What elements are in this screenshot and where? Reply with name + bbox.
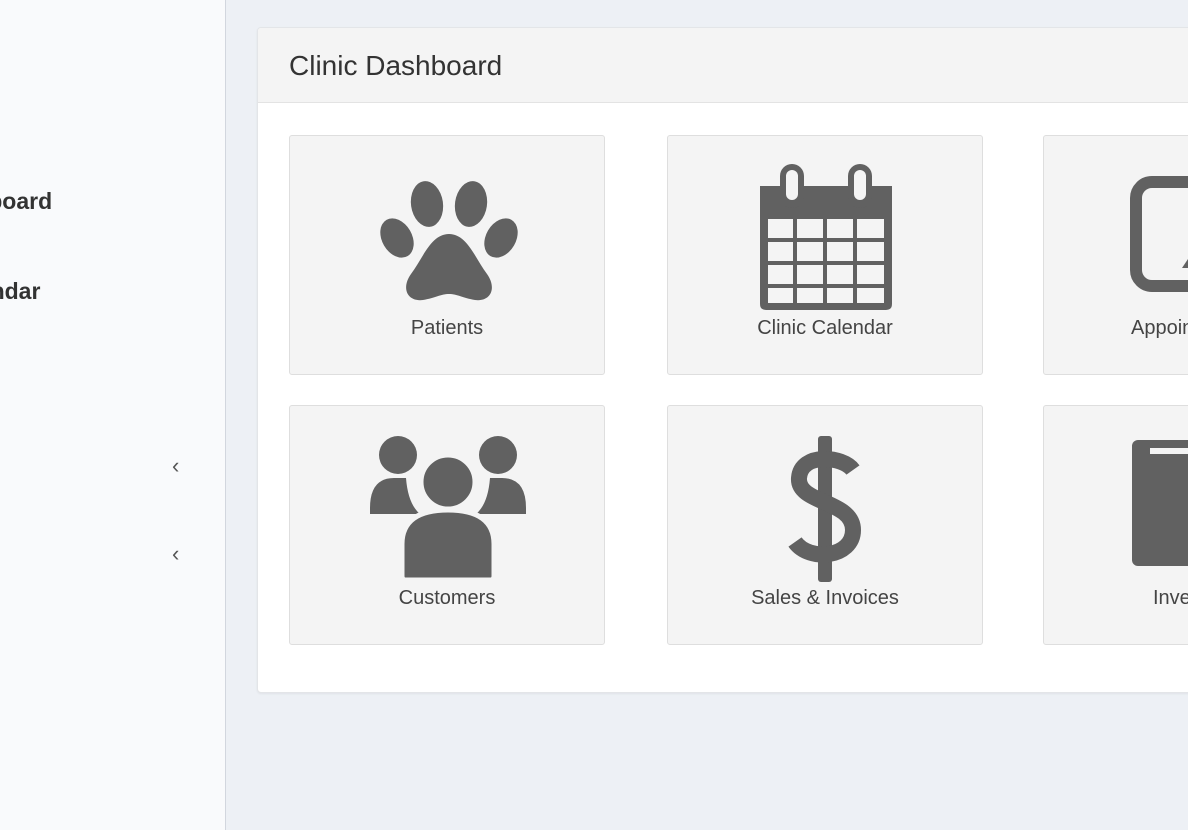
appointment-icon — [1130, 176, 1188, 292]
tile-sales-invoices[interactable]: Sales & Invoices — [667, 405, 983, 645]
sidebar-item-dashboard[interactable]: Dashboard — [0, 188, 52, 215]
tile-customers[interactable]: Customers — [289, 405, 605, 645]
dollar-icon — [788, 436, 862, 582]
paw-icon — [380, 181, 518, 301]
dashboard-panel: Clinic Dashboard Patients Clinic Calenda… — [257, 27, 1188, 693]
tile-label: Clinic Calendar — [757, 317, 893, 339]
sidebar-item-calendar[interactable]: Calendar — [0, 278, 40, 305]
tile-clinic-calendar[interactable]: Clinic Calendar — [667, 135, 983, 375]
chevron-left-icon[interactable]: ‹ — [172, 455, 179, 477]
tile-label: Appointments — [1131, 317, 1188, 339]
tile-label: Sales & Invoices — [751, 587, 899, 609]
tile-label: Customers — [398, 587, 496, 609]
book-icon — [1132, 440, 1188, 566]
users-icon — [370, 436, 526, 583]
chevron-left-icon[interactable]: ‹ — [172, 543, 179, 565]
calendar-icon — [760, 164, 892, 310]
tile-appointments[interactable]: Appointments — [1043, 135, 1188, 375]
page-title: Clinic Dashboard — [289, 50, 503, 81]
tile-patients[interactable]: Patients — [289, 135, 605, 375]
panel-header: Clinic Dashboard — [258, 28, 1188, 103]
tile-inventory[interactable]: Inventory — [1043, 405, 1188, 645]
sidebar: Dashboard Calendar ‹ ‹ — [0, 0, 226, 830]
tile-label: Inventory — [1153, 587, 1188, 609]
tile-label: Patients — [410, 317, 484, 339]
